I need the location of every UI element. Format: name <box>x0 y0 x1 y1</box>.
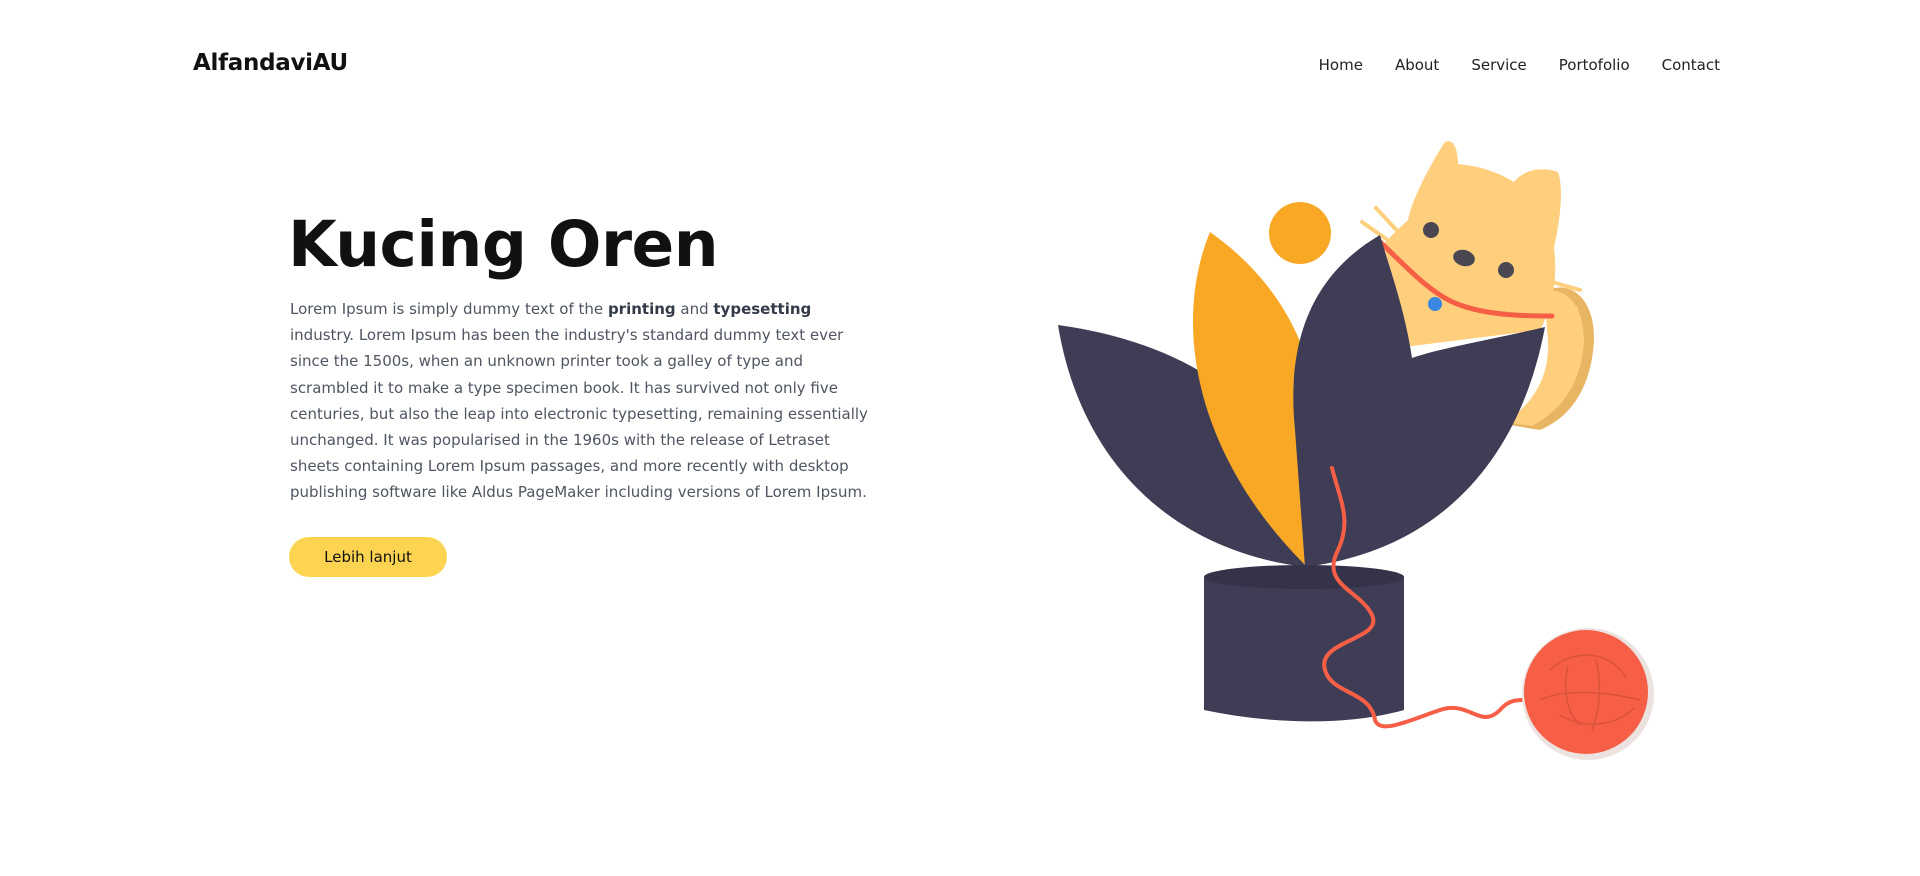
cat-collar-bell <box>1428 297 1442 311</box>
nav-link-service[interactable]: Service <box>1471 56 1526 74</box>
nav-link-about[interactable]: About <box>1395 56 1439 74</box>
site-logo[interactable]: AlfandaviAU <box>193 50 348 76</box>
nav-link-portofolio[interactable]: Portofolio <box>1559 56 1630 74</box>
hero-text-bold-typesetting: typesetting <box>713 300 812 318</box>
plant-pot <box>1204 568 1404 722</box>
landing-page: AlfandaviAU Home About Service Portofoli… <box>0 0 1920 876</box>
cat-eye-left <box>1423 222 1439 238</box>
nav-link-home[interactable]: Home <box>1319 56 1363 74</box>
hero-text-bold-printing: printing <box>607 300 676 318</box>
hero-text-part: industry. Lorem Ipsum has been the indus… <box>290 326 868 502</box>
hero-text-part: and <box>675 300 714 318</box>
lebih-lanjut-button[interactable]: Lebih lanjut <box>289 537 447 577</box>
whisker <box>1374 206 1404 238</box>
nav-link-contact[interactable]: Contact <box>1662 56 1720 74</box>
cat-eye-right <box>1498 262 1514 278</box>
main-nav: Home About Service Portofolio Contact <box>1287 56 1720 74</box>
hero-title: Kucing Oren <box>288 208 719 281</box>
cat-in-plant-pot-illustration <box>1058 141 1654 760</box>
hero-description: Lorem Ipsum is simply dummy text of the … <box>290 296 870 506</box>
hero-text-part: Lorem Ipsum is simply dummy text of the <box>290 300 608 318</box>
plant-pot-rim <box>1204 565 1404 589</box>
sun-circle <box>1269 202 1331 264</box>
